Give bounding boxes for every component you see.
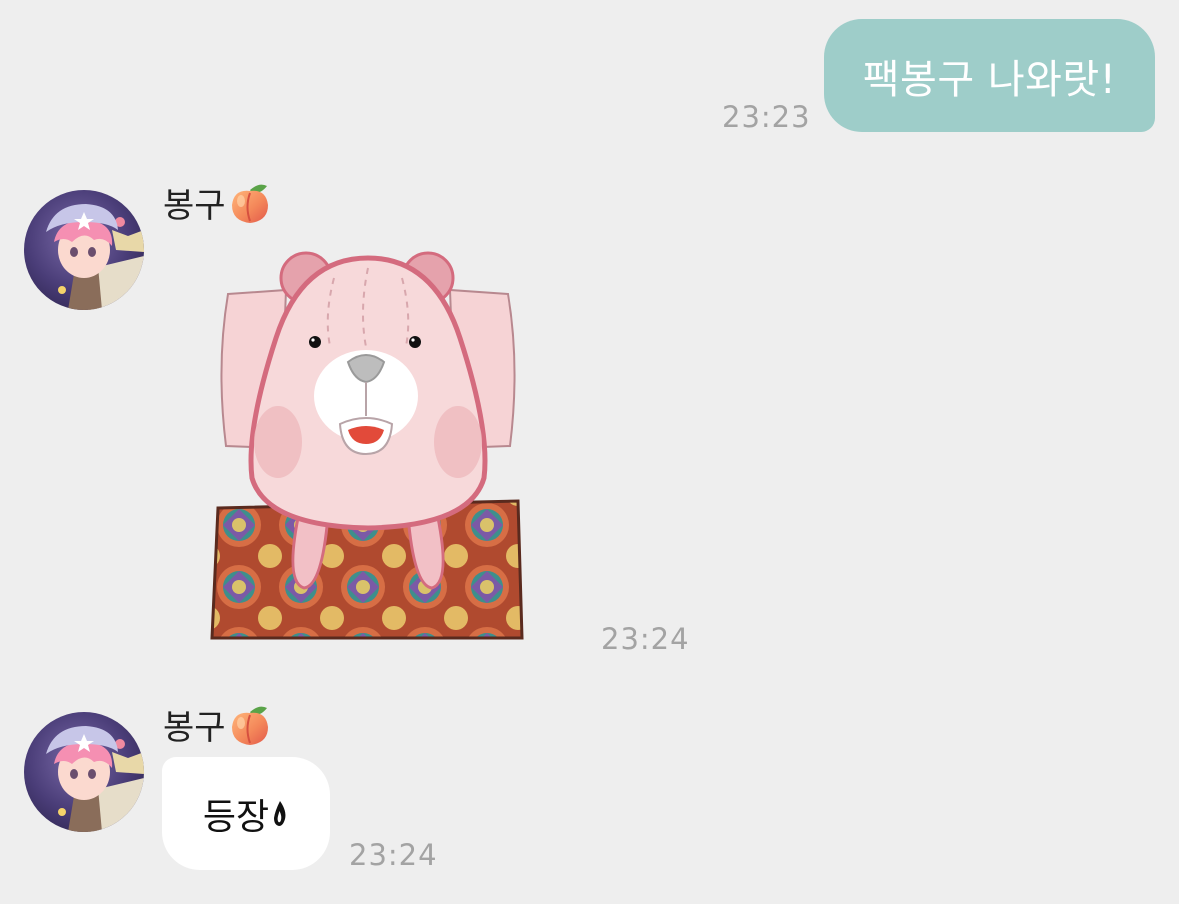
sticker-message-time: 23:24 bbox=[601, 622, 690, 656]
sender-name-text: 봉구 bbox=[163, 708, 226, 748]
outgoing-message-time: 23:23 bbox=[722, 100, 811, 134]
outgoing-message-bubble[interactable]: 팩봉구 나와랏! bbox=[824, 19, 1155, 132]
sender-avatar[interactable] bbox=[24, 712, 144, 832]
sender-avatar[interactable] bbox=[24, 190, 144, 310]
sender-name: 봉구 bbox=[163, 700, 272, 749]
incoming-message-content: 등장 bbox=[203, 788, 289, 840]
peach-emoji-icon bbox=[231, 184, 268, 223]
outgoing-message-text: 팩봉구 나와랏! bbox=[862, 56, 1117, 103]
incoming-message-text: 등장 bbox=[202, 796, 270, 838]
candle-flame-icon bbox=[274, 800, 286, 826]
peach-emoji-icon bbox=[231, 706, 268, 745]
incoming-message-bubble[interactable]: 등장 bbox=[162, 757, 330, 870]
bear-sticker[interactable] bbox=[208, 246, 528, 644]
sender-name: 봉구 bbox=[163, 178, 272, 227]
incoming-message-time: 23:24 bbox=[349, 838, 438, 872]
pink-bear-on-carpet-sticker bbox=[210, 251, 524, 640]
sender-name-text: 봉구 bbox=[163, 186, 226, 226]
